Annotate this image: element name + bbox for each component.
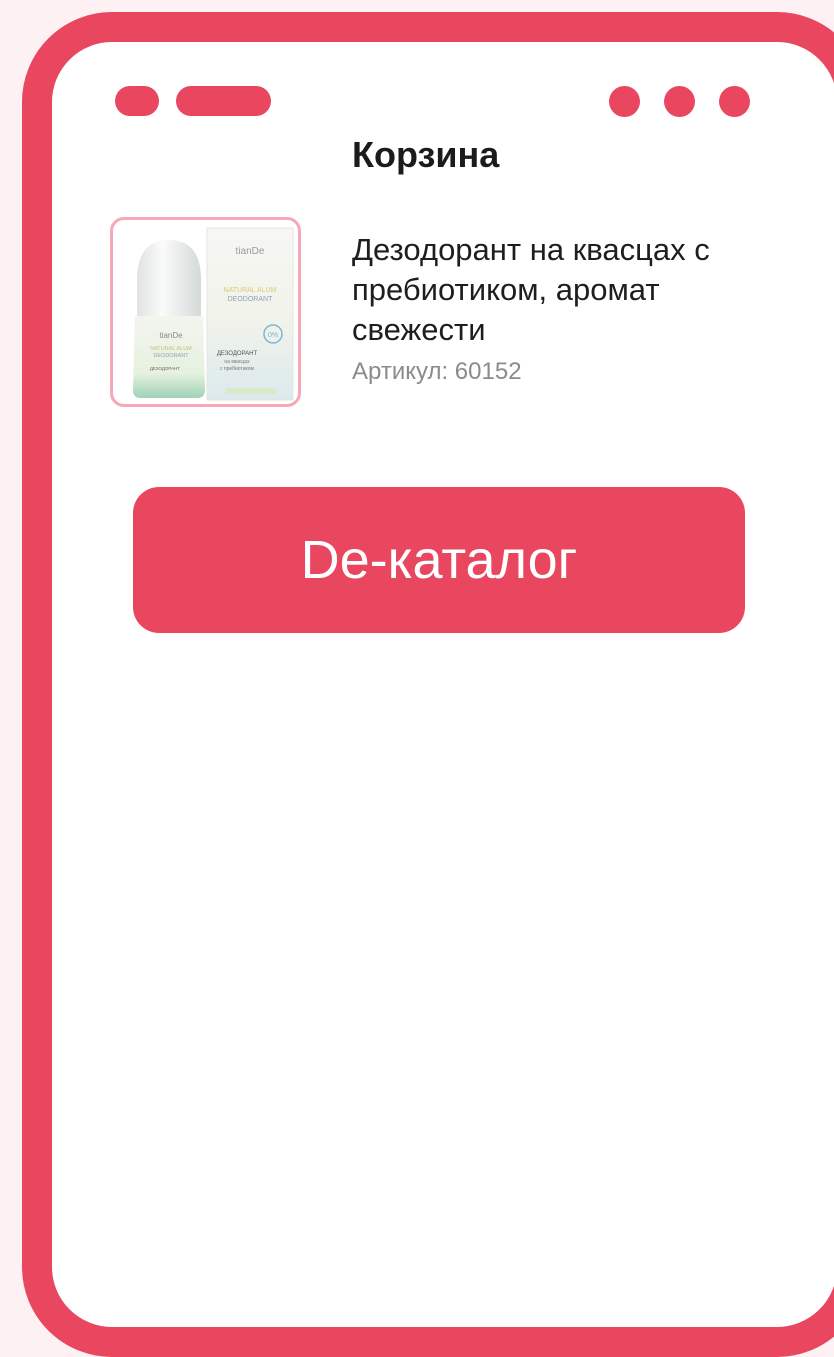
menu-dot-icon[interactable] [664,86,695,117]
catalog-button[interactable]: De-каталог [133,487,745,633]
menu-dot-icon[interactable] [609,86,640,117]
menu-dot-icon[interactable] [719,86,750,117]
svg-text:tianDe: tianDe [159,331,183,340]
product-name[interactable]: Дезодорант на квасцах с пребиотиком, аро… [352,230,792,350]
svg-text:tianDe: tianDe [236,246,265,257]
page-title: Корзина [352,134,500,175]
indicator-pill-wide [176,86,271,116]
svg-text:ДЕЗОДОРАНТ: ДЕЗОДОРАНТ [217,351,258,357]
phone-frame [22,12,834,1357]
svg-text:NATURAL ALUM: NATURAL ALUM [224,287,277,294]
svg-text:0%: 0% [268,332,278,339]
svg-text:DEODORANT: DEODORANT [228,296,273,303]
deodorant-product-icon: tianDe NATURAL ALUM DEODORANT 0% ДЕЗОДОР… [133,227,294,401]
product-image[interactable]: tianDe NATURAL ALUM DEODORANT 0% ДЕЗОДОР… [110,217,301,407]
indicator-pill-small [115,86,159,116]
svg-text:NATURAL ALUM: NATURAL ALUM [150,346,192,352]
svg-text:на квасцах: на квасцах [224,359,250,365]
svg-text:ДЕЗОДОРАНТ: ДЕЗОДОРАНТ [150,366,181,371]
svg-text:DEODORANT: DEODORANT [153,353,189,359]
product-sku: Артикул: 60152 [352,358,522,385]
svg-text:с пребиотиком: с пребиотиком [220,366,255,372]
